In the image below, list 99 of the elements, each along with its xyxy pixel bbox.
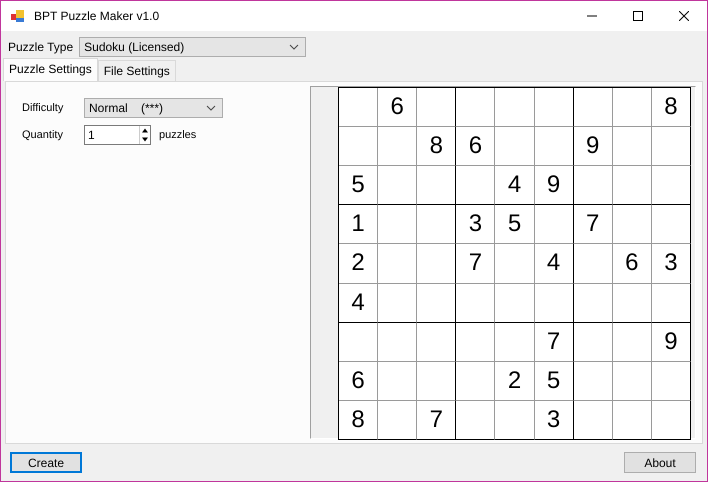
grid-cell[interactable] xyxy=(417,362,456,401)
grid-cell[interactable] xyxy=(339,88,378,128)
grid-cell[interactable] xyxy=(417,284,456,323)
grid-cell: 3 xyxy=(652,244,691,284)
grid-cell: 7 xyxy=(534,322,574,362)
grid-cell[interactable] xyxy=(495,400,535,440)
grid-cell[interactable] xyxy=(417,205,456,244)
grid-cell[interactable] xyxy=(456,166,496,206)
grid-cell: 1 xyxy=(339,205,378,244)
maximize-icon xyxy=(633,11,643,21)
grid-cell: 9 xyxy=(574,127,613,166)
grid-cell: 9 xyxy=(534,166,574,206)
grid-cell: 4 xyxy=(495,166,535,206)
grid-cell[interactable] xyxy=(612,322,652,362)
grid-cell[interactable] xyxy=(417,166,456,206)
grid-cell[interactable] xyxy=(495,127,535,166)
difficulty-label: Difficulty xyxy=(22,102,64,114)
grid-cell: 3 xyxy=(534,400,574,440)
grid-cell[interactable] xyxy=(378,127,418,166)
grid-cell[interactable] xyxy=(534,205,574,244)
grid-cell: 5 xyxy=(495,205,535,244)
grid-cell: 6 xyxy=(339,362,378,401)
grid-cell[interactable] xyxy=(339,127,378,166)
tab[interactable]: File Settings xyxy=(98,60,176,81)
grid-cell[interactable] xyxy=(652,284,691,323)
grid-cell: 4 xyxy=(339,284,378,323)
grid-cell: 4 xyxy=(534,244,574,284)
grid-cell: 8 xyxy=(417,127,456,166)
grid-cell: 2 xyxy=(495,362,535,401)
grid-cell[interactable] xyxy=(534,284,574,323)
grid-cell[interactable] xyxy=(612,362,652,401)
tab[interactable]: Puzzle Settings xyxy=(3,58,98,81)
grid-cell[interactable] xyxy=(495,88,535,128)
grid-cell[interactable] xyxy=(612,400,652,440)
grid-cell[interactable] xyxy=(378,205,418,244)
grid-cell[interactable] xyxy=(495,322,535,362)
grid-cell: 7 xyxy=(456,244,496,284)
close-icon xyxy=(679,11,689,21)
grid-cell[interactable] xyxy=(378,400,418,440)
grid-cell[interactable] xyxy=(574,284,613,323)
grid-cell[interactable] xyxy=(574,166,613,206)
grid-cell: 8 xyxy=(339,400,378,440)
puzzle-type-label: Puzzle Type xyxy=(8,40,74,54)
grid-cell[interactable] xyxy=(378,244,418,284)
grid-cell: 7 xyxy=(574,205,613,244)
grid-cell: 3 xyxy=(456,205,496,244)
app-icon xyxy=(10,8,26,24)
dialog-button[interactable]: About xyxy=(624,452,696,473)
grid-cell[interactable] xyxy=(652,205,691,244)
grid-cell[interactable] xyxy=(417,244,456,284)
puzzle-type-dropdown[interactable]: Sudoku (Licensed) xyxy=(79,37,306,57)
grid-cell[interactable] xyxy=(495,284,535,323)
grid-cell: 5 xyxy=(339,166,378,206)
grid-cell[interactable] xyxy=(456,362,496,401)
grid-cell: 6 xyxy=(612,244,652,284)
grid-cell[interactable] xyxy=(456,322,496,362)
grid-cell: 2 xyxy=(339,244,378,284)
grid-cell[interactable] xyxy=(378,284,418,323)
grid-cell[interactable] xyxy=(534,88,574,128)
grid-cell: 7 xyxy=(417,400,456,440)
grid-cell: 6 xyxy=(378,88,418,128)
grid-cell[interactable] xyxy=(574,322,613,362)
grid-cell[interactable] xyxy=(378,166,418,206)
grid-cell[interactable] xyxy=(574,362,613,401)
quantity-spinner[interactable]: 1 xyxy=(84,125,151,145)
spin-buttons[interactable] xyxy=(139,126,150,144)
grid-cell[interactable] xyxy=(574,244,613,284)
grid-cell[interactable] xyxy=(612,88,652,128)
grid-cell[interactable] xyxy=(652,166,691,206)
quantity-unit: puzzles xyxy=(159,129,196,141)
difficulty-dropdown[interactable]: Normal (***) xyxy=(84,98,223,118)
grid-cell: 9 xyxy=(652,322,691,362)
chevron-down-icon xyxy=(289,44,300,50)
grid-cell: 5 xyxy=(534,362,574,401)
grid-cell[interactable] xyxy=(456,88,496,128)
chevron-down-icon xyxy=(206,105,216,111)
grid-cell[interactable] xyxy=(378,322,418,362)
grid-cell[interactable] xyxy=(612,166,652,206)
dialog-button[interactable]: Create xyxy=(10,452,82,473)
grid-cell[interactable] xyxy=(652,127,691,166)
grid-cell[interactable] xyxy=(652,362,691,401)
grid-cell[interactable] xyxy=(612,127,652,166)
grid-cell[interactable] xyxy=(612,205,652,244)
grid-cell[interactable] xyxy=(378,362,418,401)
grid-cell[interactable] xyxy=(456,400,496,440)
grid-cell[interactable] xyxy=(417,88,456,128)
grid-cell[interactable] xyxy=(652,400,691,440)
grid-cell: 6 xyxy=(456,127,496,166)
quantity-label: Quantity xyxy=(22,129,64,141)
grid-cell[interactable] xyxy=(612,284,652,323)
grid-cell[interactable] xyxy=(495,244,535,284)
grid-cell[interactable] xyxy=(339,322,378,362)
grid-cell[interactable] xyxy=(456,284,496,323)
window-title: BPT Puzzle Maker v1.0 xyxy=(34,9,160,23)
grid-cell[interactable] xyxy=(574,88,613,128)
grid-cell[interactable] xyxy=(574,400,613,440)
grid-cell[interactable] xyxy=(417,322,456,362)
grid-cell[interactable] xyxy=(534,127,574,166)
grid-cell: 8 xyxy=(652,88,691,128)
